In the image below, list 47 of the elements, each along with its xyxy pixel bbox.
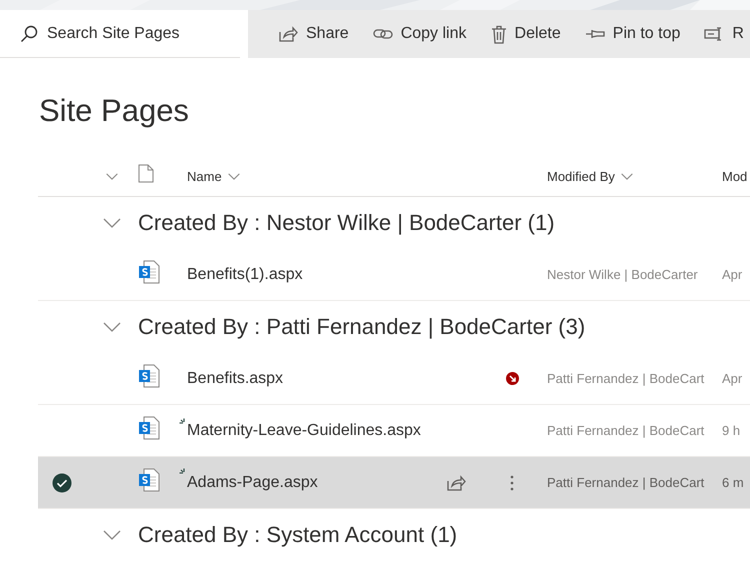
file-name[interactable]: Benefits(1).aspx [187,266,467,284]
share-icon [446,474,466,492]
page-file-icon [138,364,160,388]
modified-text: Apr [722,371,744,386]
trash-icon [490,24,507,44]
delete-button[interactable]: Delete [488,20,563,48]
more-icon [510,474,514,490]
group-title: Created By : Nestor Wilke | BodeCarter (1) [138,210,556,236]
page-file-icon [138,260,160,284]
link-button[interactable]: Copy link [370,21,469,47]
expand-all-chevron-icon [106,172,118,180]
chevron-icon [103,218,121,228]
rename-button[interactable]: R [702,21,746,47]
modified-by-text: Nestor Wilke | BodeCarter [547,267,699,282]
search-field[interactable]: Search Site Pages [47,24,237,42]
file-name[interactable]: Maternity-Leave-Guidelines.aspx [187,422,467,440]
file-name[interactable]: Benefits.aspx [187,370,467,388]
pin-button[interactable]: Pin to top [582,21,682,47]
search-icon [20,24,38,42]
share-button[interactable]: Share [276,21,351,47]
column-header[interactable]: Name [187,168,547,184]
modified-text: Apr [722,267,744,282]
page-title: Site Pages [39,92,190,130]
modified-by-text: Patti Fernandez | BodeCart [547,423,706,438]
group-title: Created By : System Account (1) [138,522,458,548]
pin-icon [584,28,605,40]
chevron-down-icon [620,172,633,180]
page-file-icon [138,416,160,440]
modified-text: 9 h [722,423,742,438]
file-row[interactable]: Benefits.aspx Patti Fernandez | BodeCart Apr [38,353,750,405]
file-row[interactable]: Benefits(1).aspx Nestor Wilke | BodeCarter Apr [38,249,750,301]
file-name[interactable]: Adams-Page.aspx [187,474,445,492]
page-file-icon [138,468,160,492]
share-icon [278,25,298,43]
group-title: Created By : Patti Fernandez | BodeCarter (3) [138,314,586,340]
checkmark-icon[interactable] [52,472,72,492]
modified-by-text: Patti Fernandez | BodeCart [547,475,706,490]
file-type-icon [138,164,154,183]
modified-by-text: Patti Fernandez | BodeCart [547,371,706,386]
column-header[interactable]: Modified By [547,168,722,184]
link-icon [372,27,393,41]
column-header[interactable]: Mod [722,168,750,184]
file-row[interactable]: Adams-Page.aspx Patti Fernandez | BodeCart 6 m [38,457,750,509]
chevron-down-icon [228,172,240,180]
chevron-icon [103,530,121,540]
modified-text: 6 m [722,475,745,490]
chevron-icon [103,322,121,332]
